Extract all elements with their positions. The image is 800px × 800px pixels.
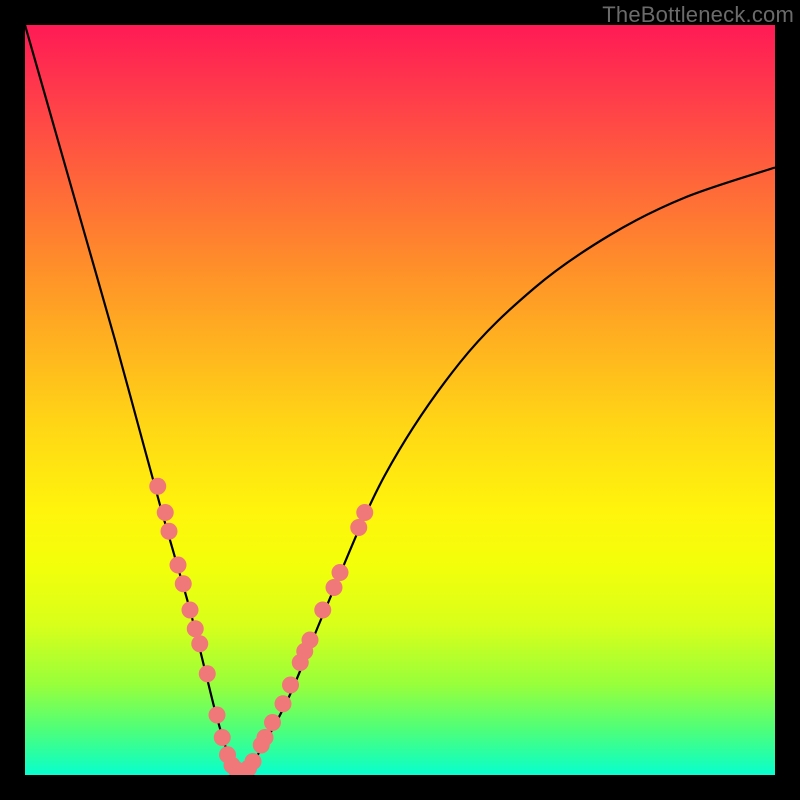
data-marker xyxy=(264,714,281,731)
data-marker xyxy=(245,753,262,770)
data-marker xyxy=(214,729,231,746)
data-marker xyxy=(282,677,299,694)
data-marker xyxy=(157,504,174,521)
data-marker xyxy=(332,564,349,581)
chart-frame: TheBottleneck.com xyxy=(0,0,800,800)
data-marker xyxy=(257,729,274,746)
data-marker xyxy=(191,635,208,652)
plot-area xyxy=(25,25,775,775)
data-marker xyxy=(149,478,166,495)
data-marker xyxy=(350,519,367,536)
data-marker xyxy=(356,504,373,521)
curve-svg xyxy=(25,25,775,775)
data-marker xyxy=(209,707,226,724)
data-marker xyxy=(302,632,319,649)
data-marker xyxy=(326,579,343,596)
watermark-text: TheBottleneck.com xyxy=(602,2,794,28)
data-marker xyxy=(170,557,187,574)
data-marker xyxy=(175,575,192,592)
data-marker xyxy=(275,695,292,712)
data-marker xyxy=(199,665,216,682)
data-marker xyxy=(161,523,178,540)
bottleneck-curve xyxy=(25,25,775,774)
data-marker xyxy=(314,602,331,619)
data-markers xyxy=(149,478,373,775)
data-marker xyxy=(187,620,204,637)
data-marker xyxy=(182,602,199,619)
